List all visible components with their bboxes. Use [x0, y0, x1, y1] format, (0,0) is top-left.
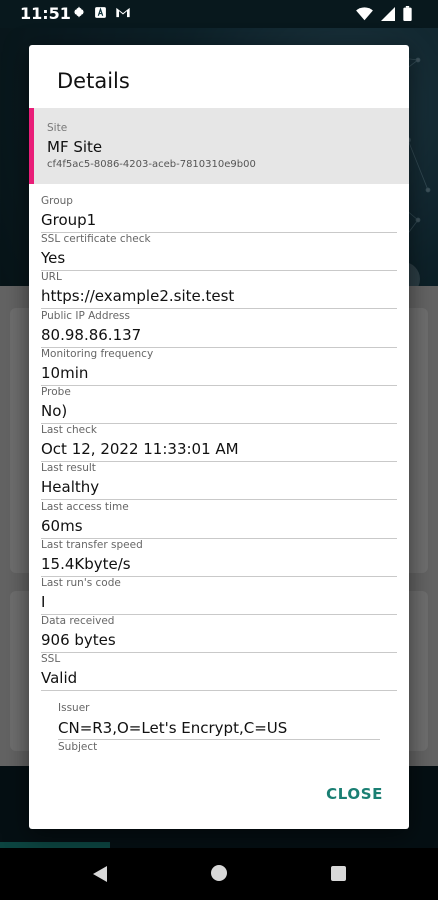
field-label: Issuer: [58, 702, 90, 714]
field-label: Probe: [41, 385, 71, 398]
close-button[interactable]: CLOSE: [326, 785, 383, 803]
field-label: Last result: [41, 462, 96, 475]
site-label: Site: [47, 122, 68, 134]
details-fields: Group Group1 SSL certificate check Yes URL ht…: [41, 195, 397, 692]
field-value: Oct 12, 2022 11:33:01 AM: [41, 440, 239, 459]
back-icon[interactable]: [92, 865, 108, 883]
detail-field: Monitoring frequency 10min: [41, 348, 397, 386]
field-value: Valid: [41, 669, 78, 688]
site-id: cf4f5ac5-8086-4203-aceb-7810310e9b00: [47, 159, 256, 170]
field-value: 906 bytes: [41, 631, 116, 650]
detail-field: URL https://example2.site.test: [41, 271, 397, 310]
recents-icon[interactable]: [331, 866, 346, 881]
status-time: 11:51: [20, 4, 71, 23]
detail-field: Public IP Address 80.98.86.137: [41, 310, 397, 348]
status-bar: 11:51: [0, 0, 438, 28]
field-value: CN=R3,O=Let's Encrypt,C=US: [58, 719, 288, 737]
details-dialog: Details Site MF Site cf4f5ac5-8086-4203-…: [29, 45, 409, 829]
detail-field: Last transfer speed 15.4Kbyte/s: [41, 539, 397, 577]
field-label: Last run's code: [41, 576, 121, 589]
dialog-title: Details: [57, 69, 130, 93]
field-label: SSL certificate check: [41, 233, 151, 246]
battery-icon: [403, 6, 412, 21]
site-block: Site MF Site cf4f5ac5-8086-4203-aceb-781…: [29, 108, 409, 184]
ssl-details: Issuer CN=R3,O=Let's Encrypt,C=US: [58, 702, 380, 740]
gmail-icon: [116, 7, 130, 17]
field-value: No): [41, 401, 68, 420]
home-icon[interactable]: [211, 865, 227, 881]
field-label: Data received: [41, 615, 115, 628]
detail-field: Probe No): [41, 386, 397, 424]
field-value: Yes: [41, 249, 66, 268]
field-value: https://example2.site.test: [41, 287, 235, 306]
status-icons-right: [356, 6, 412, 21]
field-underline: [41, 690, 397, 692]
field-value: 10min: [41, 363, 89, 382]
field-value: 15.4Kbyte/s: [41, 554, 131, 573]
subject-label: Subject: [58, 741, 98, 753]
field-underline: [58, 739, 380, 740]
gear-icon: [73, 6, 85, 18]
notification-a-icon: [95, 6, 106, 18]
field-label: Group: [41, 195, 73, 207]
field-label: Last access time: [41, 500, 129, 513]
field-label: Last transfer speed: [41, 538, 143, 551]
detail-field: SSL Valid: [41, 653, 397, 692]
detail-field: SSL certificate check Yes: [41, 233, 397, 272]
signal-icon: [381, 6, 395, 21]
field-label: URL: [41, 271, 62, 284]
field-label: Public IP Address: [41, 309, 130, 322]
field-value: 60ms: [41, 516, 83, 535]
wifi-icon: [356, 6, 373, 20]
field-value: Group1: [41, 211, 97, 229]
field-label: Monitoring frequency: [41, 347, 154, 360]
field-value: 80.98.86.137: [41, 325, 142, 344]
field-value: Healthy: [41, 478, 100, 497]
ssl-detail-field: Issuer CN=R3,O=Let's Encrypt,C=US: [58, 702, 380, 740]
detail-field: Last access time 60ms: [41, 501, 397, 539]
detail-field: Last check Oct 12, 2022 11:33:01 AM: [41, 424, 397, 463]
detail-field: Group Group1: [41, 195, 397, 233]
status-icons-left: [72, 5, 131, 19]
site-color-bar: [29, 108, 34, 184]
detail-field: Data received 906 bytes: [41, 615, 397, 654]
site-name: MF Site: [47, 138, 103, 156]
detail-field: Last run's code I: [41, 577, 397, 615]
detail-field: Last result Healthy: [41, 462, 397, 501]
field-label: SSL: [41, 653, 61, 666]
field-label: Last check: [41, 424, 97, 437]
navigation-bar: [0, 848, 438, 900]
field-value: I: [41, 592, 46, 611]
